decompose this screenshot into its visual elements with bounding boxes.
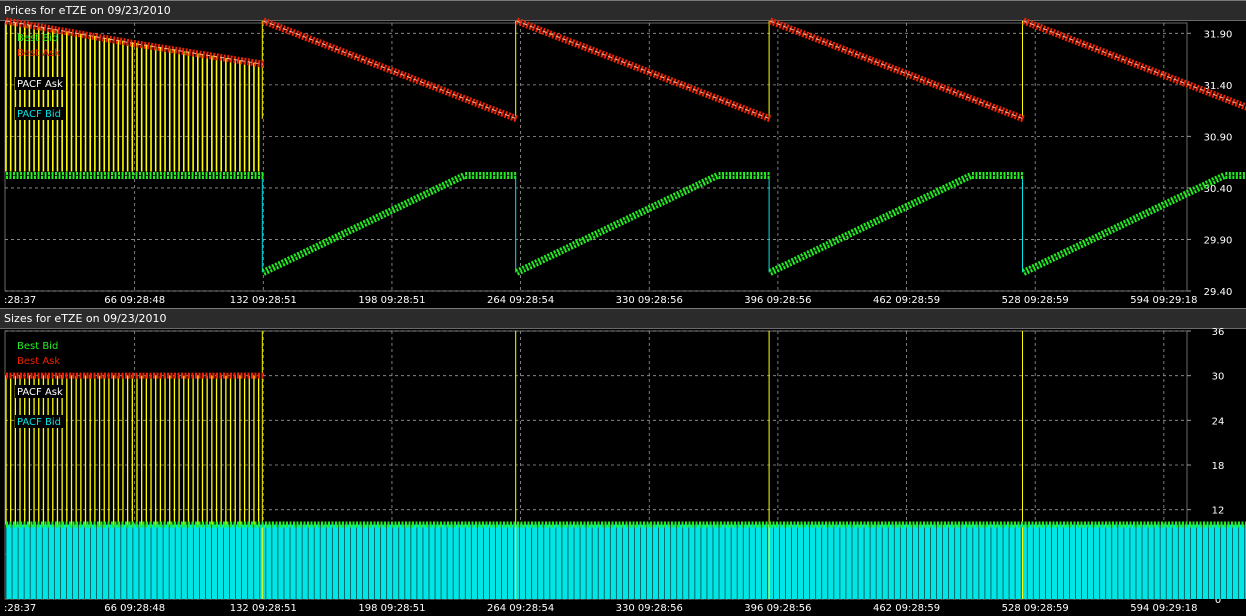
prices-y-tick-label: 31.90 xyxy=(1204,29,1233,40)
prices-legend-pacf-ask: PACF Ask xyxy=(17,79,63,90)
prices-legend-best-bid: Best Bid xyxy=(17,33,58,44)
sizes-y-tick-label: 24 xyxy=(1212,416,1225,427)
sizes-y-tick-label: 18 xyxy=(1212,461,1225,472)
prices-x-axis: :28:37 66 09:28:48 132 09:28:51 198 09:28:5… xyxy=(4,295,1197,306)
sizes-y-tick-label: 12 xyxy=(1212,506,1225,517)
sizes-legend-best-ask: Best Ask xyxy=(17,356,60,367)
prices-y-tick-label: 29.40 xyxy=(1204,287,1233,298)
prices-x-tick-label: 462 09:28:59 xyxy=(873,295,940,306)
prices-y-axis: 31.9031.4030.9030.4029.9029.40 xyxy=(1187,29,1232,298)
sizes-x-tick-label: 66 09:28:48 xyxy=(104,603,165,614)
prices-y-tick-label: 29.90 xyxy=(1204,235,1233,246)
prices-x-tick-label: 198 09:28:51 xyxy=(358,295,425,306)
prices-chart: :28:37 66 09:28:48 132 09:28:51 198 09:28:5… xyxy=(4,17,1246,306)
prices-x-tick-label: 132 09:28:51 xyxy=(230,295,297,306)
sizes-pacf-bid-bars xyxy=(5,524,1246,599)
sizes-legend-best-bid: Best Bid xyxy=(17,341,58,352)
sizes-x-tick-label: 594 09:29:18 xyxy=(1130,603,1197,614)
sizes-x-tick-label: 462 09:28:59 xyxy=(873,603,940,614)
sizes-x-tick-label: 264 09:28:54 xyxy=(487,603,554,614)
sizes-x-tick-label: 132 09:28:51 xyxy=(230,603,297,614)
sizes-x-tick-label: 528 09:28:59 xyxy=(1002,603,1069,614)
prices-x-tick-label: 264 09:28:54 xyxy=(487,295,554,306)
prices-x-tick-label: 594 09:29:18 xyxy=(1130,295,1197,306)
prices-x-tick-label: :28:37 xyxy=(4,295,36,306)
sizes-y-tick-label: 30 xyxy=(1212,372,1225,383)
sizes-chart: :28:37 66 09:28:48 132 09:28:51 198 09:28:5… xyxy=(4,327,1246,614)
sizes-panel: Sizes for eTZE on 09/23/2010 :28:37 66 09… xyxy=(0,308,1246,616)
prices-plot-area xyxy=(4,22,1188,292)
sizes-legend-pacf-ask: PACF Ask xyxy=(17,387,63,398)
sizes-legend-pacf-bid: PACF Bid xyxy=(17,417,61,428)
prices-x-tick-label: 330 09:28:56 xyxy=(616,295,683,306)
prices-x-tick-label: 396 09:28:56 xyxy=(744,295,811,306)
prices-legend-best-ask: Best Ask xyxy=(17,48,60,59)
prices-panel: Prices for eTZE on 09/23/2010 :28:37 66 0… xyxy=(0,0,1246,308)
sizes-x-axis: :28:37 66 09:28:48 132 09:28:51 198 09:28:5… xyxy=(4,603,1197,614)
prices-y-tick-label: 30.90 xyxy=(1204,132,1233,143)
pacf-bid-fill xyxy=(6,524,1246,599)
sizes-x-tick-label: 198 09:28:51 xyxy=(358,603,425,614)
prices-x-tick-label: 528 09:28:59 xyxy=(1002,295,1069,306)
sizes-x-tick-label: 330 09:28:56 xyxy=(616,603,683,614)
sizes-y-tick-label: 36 xyxy=(1212,327,1225,338)
sizes-x-tick-label: :28:37 xyxy=(4,603,36,614)
prices-x-tick-label: 66 09:28:48 xyxy=(104,295,165,306)
prices-legend-pacf-bid: PACF Bid xyxy=(17,109,61,120)
sizes-x-tick-label: 396 09:28:56 xyxy=(744,603,811,614)
